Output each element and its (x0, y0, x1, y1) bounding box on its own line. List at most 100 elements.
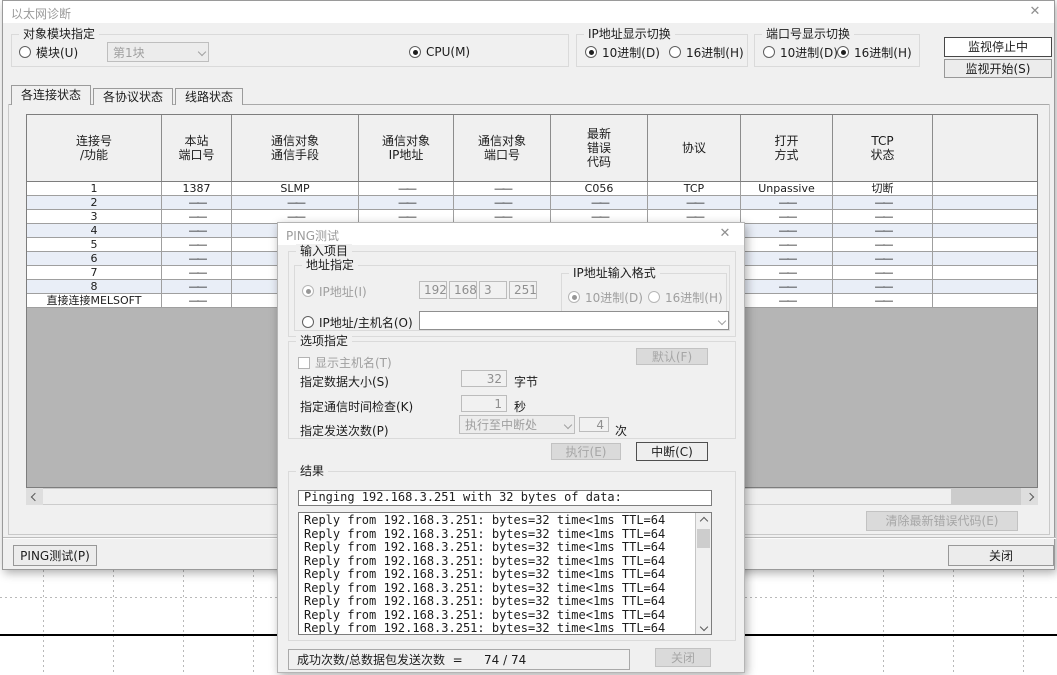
ip-format-group: IP地址输入格式 10进制(D) 16进制(H) (561, 273, 727, 315)
send-count-field[interactable]: 4 (579, 417, 609, 432)
tab-protocol-status[interactable]: 各协议状态 (93, 88, 173, 105)
table-cell: SLMP (232, 182, 359, 195)
format-hex-radio[interactable]: 16进制(H) (648, 290, 723, 304)
table-cell: —— (833, 224, 933, 237)
cpu-radio[interactable]: CPU(M) (409, 45, 470, 59)
send-count-unit: 次 (615, 422, 627, 439)
ping-close-button[interactable]: 关闭 (655, 648, 711, 667)
chevron-up-icon (699, 516, 707, 524)
table-cell: —— (833, 294, 933, 307)
table-cell: 直接连接MELSOFT (27, 294, 162, 307)
result-line: Reply from 192.168.3.251: bytes=32 time<… (299, 555, 694, 569)
table-cell: —— (833, 238, 933, 251)
table-cell: 1 (27, 182, 162, 195)
ip-octet-1-field[interactable]: 192 (419, 281, 447, 299)
input-items-label: 输入项目 (296, 244, 352, 258)
table-cell: —— (162, 224, 232, 237)
tab-connection-status[interactable]: 各连接状态 (11, 85, 91, 105)
tab-strip: 各连接状态 各协议状态 线路状态 (11, 85, 245, 105)
table-cell: —— (551, 196, 648, 209)
timeout-field[interactable]: 1 (461, 395, 507, 412)
radio-dot (409, 46, 421, 58)
result-line: Reply from 192.168.3.251: bytes=32 time<… (299, 528, 694, 542)
table-header-cell: 通信对象 IP地址 (359, 115, 454, 181)
result-listbox[interactable]: Reply from 192.168.3.251: bytes=32 time<… (298, 512, 712, 635)
target-module-group: 对象模块指定 模块(U) 第1块 CPU(M) (11, 34, 569, 67)
main-close-icon[interactable]: ✕ (1022, 3, 1048, 21)
table-cell: —— (359, 196, 454, 209)
table-header-row: 连接号 /功能本站 端口号通信对象 通信手段通信对象 IP地址通信对象 端口号最… (27, 115, 1037, 182)
table-cell: —— (454, 196, 551, 209)
port-display-group-label: 端口号显示切换 (762, 27, 854, 41)
clear-error-code-button[interactable]: 清除最新错误代码(E) (866, 511, 1018, 531)
ip-display-dec-radio[interactable]: 10进制(D) (585, 45, 660, 59)
table-cell: 6 (27, 252, 162, 265)
ip-octet-2-field[interactable]: 168 (449, 281, 477, 299)
radio-dot (585, 46, 597, 58)
module-number-combo[interactable]: 第1块 (107, 42, 209, 62)
ping-test-dialog: PING测试 ✕ 输入项目 地址指定 IP地址(I) 192 168 3 251… (277, 222, 745, 673)
table-cell: —— (833, 196, 933, 209)
ip-display-group: IP地址显示切换 10进制(D) 16进制(H) (576, 34, 748, 67)
send-mode-combo[interactable]: 执行至中断处 (459, 415, 575, 434)
main-titlebar: 以太网诊断 ✕ (3, 1, 1054, 23)
table-cell: —— (162, 294, 232, 307)
default-button[interactable]: 默认(F) (636, 348, 708, 365)
options-label: 选项指定 (296, 334, 352, 348)
data-size-unit: 字节 (514, 373, 538, 390)
module-radio[interactable]: 模块(U) (19, 45, 78, 59)
radio-dot (763, 46, 775, 58)
execute-button[interactable]: 执行(E) (551, 443, 621, 460)
table-cell: 1387 (162, 182, 232, 195)
interrupt-button[interactable]: 中断(C) (636, 442, 708, 461)
ping-close-icon[interactable]: ✕ (712, 225, 738, 243)
ping-test-button[interactable]: PING测试(P) (13, 545, 97, 566)
ip-display-hex-radio[interactable]: 16进制(H) (669, 45, 744, 59)
timeout-unit: 秒 (514, 398, 526, 415)
radio-dot (837, 46, 849, 58)
ip-address-radio[interactable]: IP地址(I) (302, 284, 367, 298)
table-cell: 4 (27, 224, 162, 237)
chevron-down-icon (718, 316, 726, 324)
table-cell: C056 (551, 182, 648, 195)
scroll-left-button[interactable] (26, 488, 43, 505)
result-line: Reply from 192.168.3.251: bytes=32 time<… (299, 541, 694, 555)
format-dec-radio[interactable]: 10进制(D) (568, 290, 643, 304)
table-header-cell: 最新 错误 代码 (551, 115, 648, 181)
ip-octet-3-field[interactable]: 3 (479, 281, 507, 299)
table-header-cell: 本站 端口号 (162, 115, 232, 181)
port-display-dec-radio[interactable]: 10进制(D) (763, 45, 838, 59)
tab-line-status[interactable]: 线路状态 (175, 88, 243, 105)
main-close-button[interactable]: 关闭 (948, 545, 1054, 566)
table-header-cell: 打开 方式 (741, 115, 833, 181)
radio-dot (648, 291, 660, 303)
table-cell: —— (741, 294, 833, 307)
table-cell: —— (162, 266, 232, 279)
table-cell: —— (741, 224, 833, 237)
monitor-start-button[interactable]: 监视开始(S) (944, 59, 1052, 78)
timeout-label: 指定通信时间检查(K) (300, 398, 413, 415)
table-row: 11387SLMP————C056TCPUnpassive切断禁 (27, 182, 1037, 196)
host-name-radio[interactable]: IP地址/主机名(O) (302, 315, 413, 329)
result-line: Reply from 192.168.3.251: bytes=32 time<… (299, 595, 694, 609)
chevron-down-icon (699, 622, 707, 630)
vscroll-thumb[interactable] (697, 529, 710, 548)
ip-octet-4-field[interactable]: 251 (509, 281, 537, 299)
scroll-down-button[interactable] (696, 619, 711, 634)
radio-dot (302, 316, 314, 328)
result-vscrollbar[interactable] (695, 513, 711, 634)
result-header-box: Pinging 192.168.3.251 with 32 bytes of d… (298, 490, 712, 506)
host-name-combo[interactable] (419, 311, 729, 330)
scroll-up-button[interactable] (696, 513, 711, 528)
result-line: Reply from 192.168.3.251: bytes=32 time<… (299, 514, 694, 528)
table-cell: —— (741, 266, 833, 279)
port-display-group: 端口号显示切换 10进制(D) 16进制(H) (754, 34, 920, 67)
scroll-right-button[interactable] (1021, 488, 1038, 505)
data-size-field[interactable]: 32 (461, 370, 507, 387)
show-hostname-checkbox[interactable]: 显示主机名(T) (298, 354, 392, 371)
table-cell: 8 (27, 280, 162, 293)
table-cell: —— (833, 280, 933, 293)
table-cell: —— (833, 252, 933, 265)
table-cell: 切断 (833, 182, 933, 195)
port-display-hex-radio[interactable]: 16进制(H) (837, 45, 912, 59)
